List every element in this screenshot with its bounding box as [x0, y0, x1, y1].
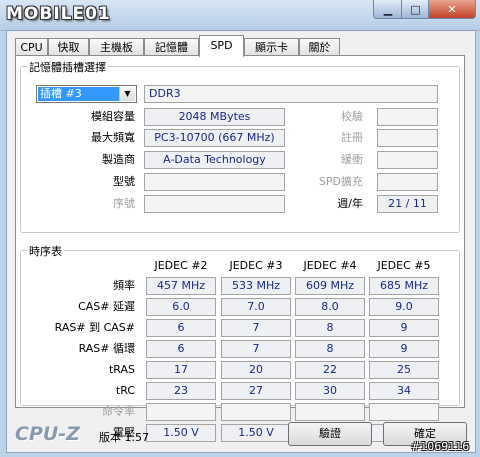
timing-cell: 25	[369, 361, 439, 379]
close-icon: ✕	[447, 2, 457, 16]
timing-cell: 20	[221, 361, 291, 379]
memory-type-field: DDR3	[144, 85, 438, 103]
timing-cell: 6.0	[146, 298, 216, 316]
timing-col-header: JEDEC #2	[154, 259, 208, 272]
timing-label-ras-to-cas: RAS# 到 CAS#	[54, 321, 135, 334]
timing-cell: 8	[295, 340, 365, 358]
timing-label-ras-precharge: RAS# 循環	[78, 342, 135, 355]
spd-ext-value	[377, 173, 438, 191]
tab-graphics[interactable]: 顯示卡	[244, 38, 299, 55]
timing-col-header: JEDEC #4	[303, 259, 357, 272]
timing-cell: 9.0	[369, 298, 439, 316]
timing-cell: 457 MHz	[146, 277, 216, 295]
timings-legend: 時序表	[27, 243, 64, 259]
spd-ext-label: SPD擴充	[318, 175, 363, 188]
timing-cell: 7.0	[221, 298, 291, 316]
timing-cell: 34	[369, 382, 439, 400]
timing-cell: 609 MHz	[295, 277, 365, 295]
spd-panel: 記憶體插槽選擇 插槽 #3 ▼ DDR3 模組容量 2048 MBytes 校驗…	[15, 55, 465, 442]
buffered-value	[377, 151, 438, 169]
registered-value	[377, 129, 438, 147]
close-button[interactable]: ✕	[428, 0, 476, 19]
timing-cell: 9	[369, 340, 439, 358]
minimize-icon: ▁	[383, 2, 393, 16]
timing-cell	[221, 403, 291, 421]
timing-cell: 8.0	[295, 298, 365, 316]
max-bandwidth-value: PC3-10700 (667 MHz)	[144, 129, 285, 147]
timing-cell: 17	[146, 361, 216, 379]
registered-label: 註冊	[341, 131, 363, 144]
memory-slot-group: 記憶體插槽選擇 插槽 #3 ▼ DDR3 模組容量 2048 MBytes 校驗…	[20, 59, 460, 233]
timing-label-frequency: 頻率	[113, 279, 135, 292]
tab-cache[interactable]: 快取	[48, 38, 89, 55]
timing-cell: 9	[369, 319, 439, 337]
timing-cell: 22	[295, 361, 365, 379]
part-number-value	[144, 173, 285, 191]
timing-cell: 23	[146, 382, 216, 400]
correction-label: 校驗	[341, 110, 363, 123]
manufacturer-value: A-Data Technology	[144, 151, 285, 169]
timing-cell: 8	[295, 319, 365, 337]
max-bandwidth-label: 最大頻寬	[91, 131, 135, 144]
window-client: CPU 快取 主機板 記憶體 SPD 顯示卡 關於 記憶體插槽選擇 插槽 #3 …	[6, 30, 476, 453]
timing-cell: 6	[146, 319, 216, 337]
module-size-value: 2048 MBytes	[144, 108, 285, 126]
serial-number-value	[144, 195, 285, 213]
timing-cell: 30	[295, 382, 365, 400]
timing-cell	[295, 403, 365, 421]
timing-cell: 685 MHz	[369, 277, 439, 295]
maximize-button[interactable]: □	[401, 0, 430, 19]
module-size-label: 模組容量	[91, 110, 135, 123]
timing-col-header: JEDEC #3	[229, 259, 283, 272]
timing-cell: 7	[221, 319, 291, 337]
tab-spd[interactable]: SPD	[199, 35, 244, 57]
manufacturer-label: 製造商	[102, 153, 135, 166]
correction-value	[377, 108, 438, 126]
part-number-label: 型號	[113, 175, 135, 188]
cpuz-logo: CPU-Z	[15, 423, 80, 445]
timing-cell	[369, 403, 439, 421]
buffered-label: 緩衝	[341, 153, 363, 166]
version-label: 版本 1.57	[99, 431, 149, 444]
week-year-value: 21 / 11	[377, 195, 438, 213]
timing-cell: 7	[221, 340, 291, 358]
minimize-button[interactable]: ▁	[373, 0, 403, 19]
tab-mainboard[interactable]: 主機板	[89, 38, 144, 55]
watermark: #1069116	[411, 440, 470, 453]
validate-button[interactable]: 驗證	[288, 422, 372, 446]
title-bar[interactable]: MOBILE01 ▁ □ ✕	[0, 0, 480, 31]
maximize-icon: □	[410, 2, 421, 16]
slot-select-value: 插槽 #3	[38, 87, 120, 101]
timing-cell	[146, 403, 216, 421]
mobile01-logo: MOBILE01	[6, 4, 111, 24]
timing-label-trc: tRC	[115, 384, 135, 397]
timing-cell: 6	[146, 340, 216, 358]
tab-cpu[interactable]: CPU	[15, 38, 48, 55]
timing-cell: 1.50 V	[221, 424, 291, 442]
timing-col-header: JEDEC #5	[377, 259, 431, 272]
memory-slot-legend: 記憶體插槽選擇	[27, 59, 108, 75]
slot-select[interactable]: 插槽 #3 ▼	[36, 85, 137, 103]
timing-cell: 27	[221, 382, 291, 400]
serial-number-label: 序號	[113, 197, 135, 210]
tab-about[interactable]: 關於	[299, 38, 340, 55]
week-year-label: 週/年	[337, 197, 363, 210]
timing-cell: 533 MHz	[221, 277, 291, 295]
timing-cell: 1.50 V	[146, 424, 216, 442]
timing-label-cas-latency: CAS# 延遲	[78, 300, 135, 313]
timing-label-tras: tRAS	[108, 363, 135, 376]
chevron-down-icon[interactable]: ▼	[119, 87, 135, 101]
timings-group: 時序表 JEDEC #2 JEDEC #3 JEDEC #4 JEDEC #5 頻率 45…	[20, 243, 460, 442]
timing-label-command-rate: 命令率	[102, 405, 135, 418]
tab-memory[interactable]: 記憶體	[144, 38, 199, 55]
